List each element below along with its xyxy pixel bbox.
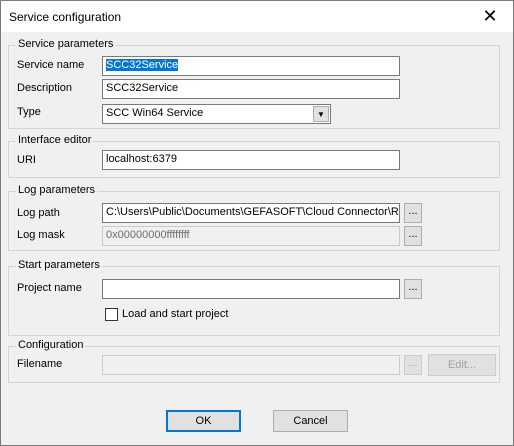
service-name-label: Service name: [17, 59, 85, 71]
description-field[interactable]: SCC32Service: [102, 79, 400, 99]
cancel-button[interactable]: Cancel: [273, 410, 348, 432]
load-start-label[interactable]: Load and start project: [122, 308, 228, 320]
ok-button[interactable]: OK: [166, 410, 241, 432]
type-select[interactable]: SCC Win64 Service ▼: [102, 104, 331, 124]
uri-label: URI: [17, 154, 36, 166]
filename-field[interactable]: [102, 355, 400, 375]
type-value: SCC Win64 Service: [106, 107, 204, 119]
load-start-checkbox[interactable]: [105, 308, 118, 321]
group-title: Log parameters: [16, 184, 98, 196]
service-name-field[interactable]: SCC32Service: [102, 56, 400, 76]
group-title: Configuration: [16, 339, 86, 351]
uri-field[interactable]: localhost:6379: [102, 150, 400, 170]
type-label: Type: [17, 106, 41, 118]
group-title: Interface editor: [16, 134, 94, 146]
log-path-browse-button[interactable]: ...: [404, 203, 422, 223]
title-bar: Service configuration ✕: [1, 1, 513, 32]
close-icon[interactable]: ✕: [467, 1, 513, 32]
log-path-field[interactable]: C:\Users\Public\Documents\GEFASOFT\Cloud…: [102, 203, 400, 223]
start-parameters-group: Start parameters: [8, 259, 500, 336]
filename-label: Filename: [17, 358, 63, 370]
service-configuration-dialog: Service configuration ✕ Service paramete…: [0, 0, 514, 446]
project-browse-button[interactable]: ...: [404, 279, 422, 299]
project-name-field[interactable]: [102, 279, 400, 299]
window-title: Service configuration: [9, 10, 122, 24]
chevron-down-icon[interactable]: ▼: [313, 106, 329, 122]
description-label: Description: [17, 82, 73, 94]
filename-browse-button[interactable]: ...: [404, 355, 422, 375]
log-mask-label: Log mask: [17, 229, 65, 241]
group-title: Start parameters: [16, 259, 102, 271]
group-title: Service parameters: [16, 38, 116, 50]
edit-button[interactable]: Edit...: [428, 354, 496, 376]
log-mask-browse-button[interactable]: ...: [404, 226, 422, 246]
log-mask-field[interactable]: 0x00000000ffffffff: [102, 226, 400, 246]
project-name-label: Project name: [17, 282, 82, 294]
log-path-label: Log path: [17, 207, 60, 219]
service-name-value: SCC32Service: [106, 59, 179, 71]
